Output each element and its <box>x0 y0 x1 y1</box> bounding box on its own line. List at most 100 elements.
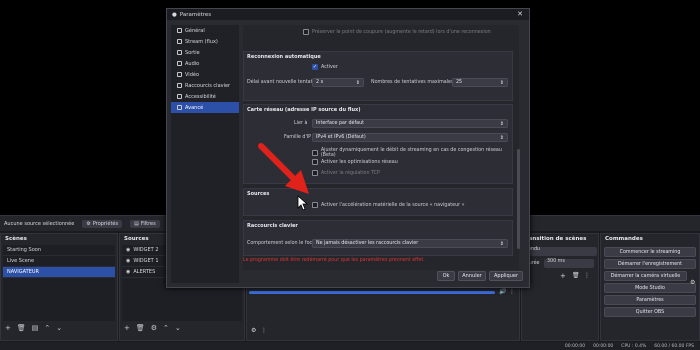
list-item[interactable]: Live Scene <box>3 256 115 267</box>
exit-button[interactable]: Quitter OBS <box>604 307 696 317</box>
dynamic-bitrate-checkbox[interactable]: Ajuster dynamiquement le débit de stream… <box>312 148 512 158</box>
duration-field[interactable]: 300 ms <box>544 259 594 268</box>
ip-family-select[interactable]: IPv4 et IPv6 (Défaut) ⇕ <box>312 133 508 142</box>
gear-icon[interactable]: ⚙ <box>690 279 695 286</box>
start-recording-button[interactable]: Démarrer l'enregistrement <box>604 259 696 269</box>
network-optimizations-checkbox[interactable]: Activer les optimisations réseau <box>312 159 398 165</box>
transitions-dock: ransition de scènes ondu Durée 300 ms + … <box>521 233 599 341</box>
cpu-usage: CPU : 0.4% <box>621 343 647 349</box>
dialog-titlebar: ● Paramètres ✕ <box>167 9 529 20</box>
tcp-pacing-checkbox[interactable]: Activer la régulation TCP <box>312 170 380 176</box>
add-icon[interactable]: + <box>5 324 11 332</box>
volume-slider[interactable] <box>249 291 495 294</box>
add-icon[interactable]: + <box>124 324 130 332</box>
list-item[interactable]: NAVIGATEUR <box>3 267 115 278</box>
chevron-down-icon: ⇕ <box>499 120 504 127</box>
fps-readout: 60.00 / 60.00 FPS <box>654 343 694 349</box>
no-source-label: Aucune source sélectionnée <box>4 220 75 227</box>
trash-icon[interactable]: 🗑 <box>572 272 580 279</box>
scenes-list: Starting Soon Live Scene NAVIGATEUR <box>3 245 115 321</box>
eye-icon[interactable]: ◉ <box>126 269 130 275</box>
max-retries-label: Nombres de tentatives maximales <box>371 80 454 85</box>
scenes-toolbar: + 🗑 ▤ ⌃ ⌄ <box>1 321 117 335</box>
dialog-title: Paramètres <box>179 11 212 18</box>
focus-label: Comportement selon le focus <box>247 241 318 246</box>
settings-button[interactable]: Paramètres <box>604 295 696 305</box>
down-icon[interactable]: ⌄ <box>56 324 62 332</box>
filter-icon[interactable]: ▤ <box>32 324 39 332</box>
transitions-title: ransition de scènes <box>526 236 587 242</box>
chevron-down-icon: ⇕ <box>499 240 504 247</box>
red-arrow-annotation <box>258 143 309 194</box>
nav-item-video[interactable]: Vidéo <box>171 69 239 80</box>
sources-toolbar: + 🗑 ⚙ ⌃ ⌄ <box>120 321 244 335</box>
settings-nav: Général Stream (flux) Sortie Audio Vidéo… <box>171 25 239 283</box>
monitor-icon <box>177 72 182 77</box>
scenes-dock: Scènes Starting Soon Live Scene NAVIGATE… <box>0 233 118 341</box>
group-title: Raccourcis clavier <box>247 223 298 229</box>
group-title: Reconnexion automatique <box>247 54 321 60</box>
cancel-button[interactable]: Annuler <box>458 271 486 281</box>
speaker-icon[interactable]: 🔊 <box>499 288 506 295</box>
menu-dots-icon[interactable]: ⋮ <box>584 272 590 279</box>
ok-button[interactable]: Ok <box>437 271 455 281</box>
start-virtual-camera-button[interactable]: Démarrer la caméra virtuelle <box>604 271 687 281</box>
restart-warning: Le programme doit être redémarré pour qu… <box>243 258 425 263</box>
apply-button[interactable]: Appliquer <box>489 271 523 281</box>
nav-item-advanced[interactable]: Avancé <box>171 102 239 113</box>
nav-item-output[interactable]: Sortie <box>171 47 239 58</box>
reconnect-enable-checkbox[interactable]: ✓ Activer <box>312 64 338 70</box>
spinner-icon: ⇕ <box>355 79 360 86</box>
keyboard-icon <box>177 83 182 88</box>
status-bar: 00:00:00 00:00:00 CPU : 0.4% 60.00 / 60.… <box>0 342 700 350</box>
retry-delay-field[interactable]: 2 s ⇕ <box>312 78 364 87</box>
globe-icon <box>177 39 182 44</box>
wrench-icon <box>177 105 182 110</box>
stream-time: 00:00:00 <box>564 343 586 349</box>
gear-icon <box>177 28 182 33</box>
nav-item-general[interactable]: Général <box>171 25 239 36</box>
nav-item-stream[interactable]: Stream (flux) <box>171 36 239 47</box>
bind-ip-select[interactable]: Interface par défaut ⇕ <box>312 119 508 128</box>
gear-icon[interactable]: ⚙ <box>151 324 157 332</box>
studio-mode-button[interactable]: Mode Studio <box>604 283 696 293</box>
reconnect-group: Reconnexion automatique ✓ Activer Délai a… <box>243 51 513 101</box>
trash-icon[interactable]: 🗑 <box>136 324 145 332</box>
menu-dots-icon[interactable]: ⋮ <box>509 288 515 295</box>
mixer-settings-icon[interactable]: ⚙ <box>251 327 256 334</box>
close-icon[interactable]: ✕ <box>517 10 523 18</box>
nav-item-accessibility[interactable]: Accessibilité <box>171 91 239 102</box>
hotkeys-group: Raccourcis clavier Comportement selon le… <box>243 220 513 256</box>
trash-icon[interactable]: 🗑 <box>17 324 26 332</box>
browser-hw-accel-checkbox[interactable]: Activer l'accélération matérielle de la … <box>312 202 465 208</box>
eye-icon[interactable]: ◉ <box>126 258 130 264</box>
speaker-icon <box>177 61 182 66</box>
up-icon[interactable]: ⌃ <box>44 324 50 332</box>
transition-select[interactable]: ondu <box>525 247 597 256</box>
check-icon: ✓ <box>312 64 318 70</box>
properties-button[interactable]: ⚙ Propriétés <box>82 219 123 228</box>
content-scrollbar[interactable] <box>517 149 520 249</box>
add-icon[interactable]: + <box>560 272 566 280</box>
nav-item-audio[interactable]: Audio <box>171 58 239 69</box>
filter-icon: ▤ <box>134 220 139 227</box>
menu-dots-icon[interactable]: ⋮ <box>261 327 267 334</box>
preserve-cutoff-checkbox[interactable]: Préserver le point de coupure (augmente … <box>303 29 491 35</box>
settings-dialog: ● Paramètres ✕ Général Stream (flux) Sor… <box>166 8 530 288</box>
hotkey-focus-select[interactable]: Ne jamais désactiver les raccourcis clav… <box>312 239 508 248</box>
spinner-icon: ⇕ <box>499 79 504 86</box>
obs-logo-icon: ● <box>172 11 177 18</box>
eye-icon[interactable]: ◉ <box>126 247 130 253</box>
chevron-down-icon: ⇕ <box>499 134 504 141</box>
group-title: Carte réseau (adresse IP source du flux) <box>247 107 361 113</box>
max-retries-field[interactable]: 25 ⇕ <box>452 78 508 87</box>
gear-icon: ⚙ <box>86 220 91 227</box>
nav-item-hotkeys[interactable]: Raccourcis clavier <box>171 80 239 91</box>
commands-dock: Commandes Commencer le streaming Démarre… <box>600 233 700 341</box>
accessibility-icon <box>177 94 182 99</box>
list-item[interactable]: Starting Soon <box>3 245 115 256</box>
down-icon[interactable]: ⌄ <box>175 324 181 332</box>
up-icon[interactable]: ⌃ <box>163 324 169 332</box>
start-streaming-button[interactable]: Commencer le streaming <box>604 247 696 257</box>
filters-button[interactable]: ▤ Filtres <box>130 219 160 228</box>
